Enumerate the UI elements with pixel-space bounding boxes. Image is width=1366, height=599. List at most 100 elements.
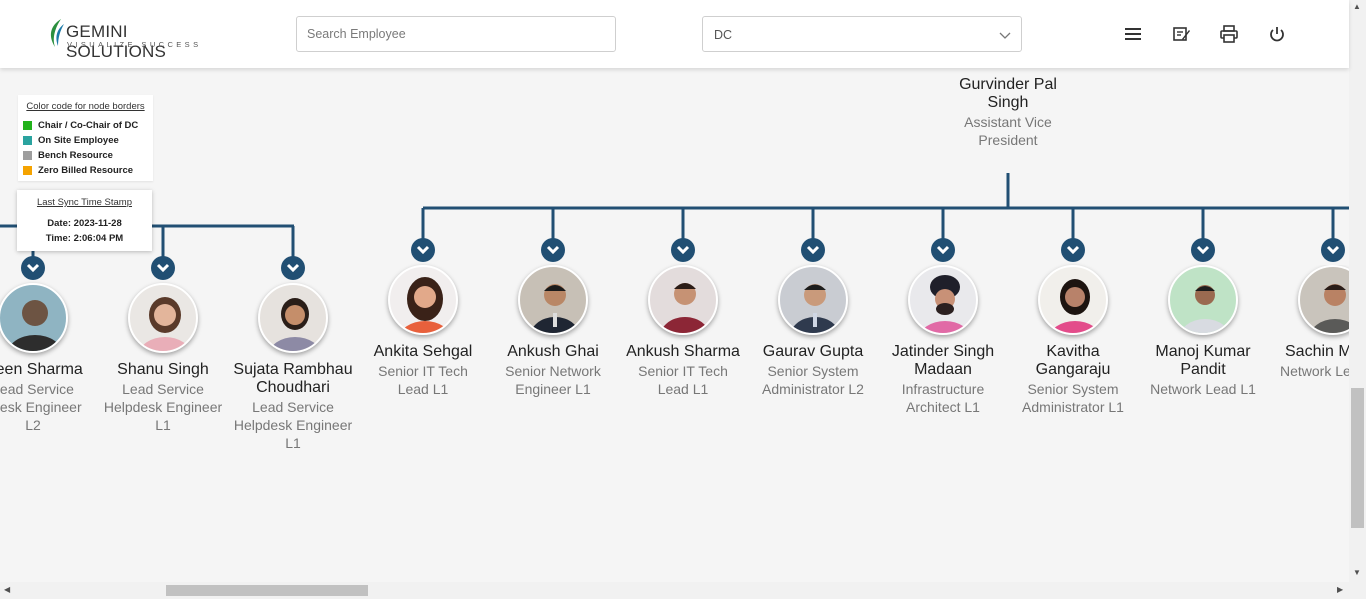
- employee-node[interactable]: Shanu Singh Lead Service Helpdesk Enginee…: [98, 283, 228, 434]
- employee-node[interactable]: Gaurav Gupta Senior System Administrator …: [748, 265, 878, 398]
- expand-button[interactable]: [1191, 238, 1215, 262]
- employee-name: Jatinder Singh Madaan: [891, 343, 995, 378]
- chevron-down-icon: [546, 245, 560, 255]
- person-icon: [789, 284, 841, 333]
- chevron-down-icon: [999, 32, 1011, 39]
- person-icon: [920, 275, 970, 333]
- employee-node[interactable]: Jatinder Singh Madaan Infrastructure Archi…: [878, 265, 1008, 416]
- chevron-down-icon: [936, 245, 950, 255]
- vertical-scrollbar[interactable]: ▲ ▼: [1349, 0, 1366, 599]
- person-icon: [1180, 285, 1230, 333]
- employee-photo[interactable]: [908, 265, 978, 335]
- employee-photo[interactable]: [258, 283, 328, 353]
- legend-panel: Color code for node borders Chair / Co-C…: [18, 95, 153, 181]
- expand-button[interactable]: [1321, 238, 1345, 262]
- employee-photo[interactable]: [648, 265, 718, 335]
- employee-photo[interactable]: [0, 283, 68, 353]
- employee-photo[interactable]: [1168, 265, 1238, 335]
- teal-swatch: [23, 136, 32, 145]
- employee-node[interactable]: Ankita Sehgal Senior IT Tech Lead L1: [358, 265, 488, 398]
- expand-button[interactable]: [541, 238, 565, 262]
- person-icon: [400, 277, 450, 333]
- employee-name: Kavitha Gangaraju: [1035, 343, 1111, 378]
- employee-name: Ankush Ghai: [507, 343, 599, 360]
- edit-note-icon[interactable]: [1171, 24, 1191, 44]
- scroll-right-arrow[interactable]: ▶: [1337, 585, 1343, 594]
- employee-node[interactable]: Manoj Kumar Pandit Network Lead L1: [1138, 265, 1268, 398]
- employee-photo[interactable]: [518, 265, 588, 335]
- legend-item-chair: Chair / Co-Chair of DC: [23, 118, 148, 133]
- search-employee-input[interactable]: [296, 16, 616, 52]
- person-icon: [659, 283, 711, 333]
- legend-item-zero-billed: Zero Billed Resource: [23, 163, 148, 178]
- employee-name: Shanu Singh: [117, 361, 209, 378]
- gray-swatch: [23, 151, 32, 160]
- expand-button[interactable]: [671, 238, 695, 262]
- sync-timestamp-panel: Last Sync Time Stamp Date: 2023-11-28 Ti…: [17, 190, 152, 251]
- employee-title: Lead Service Helpdesk Engineer L1: [103, 381, 223, 433]
- vertical-scroll-thumb[interactable]: [1351, 388, 1364, 528]
- power-icon[interactable]: [1267, 24, 1287, 44]
- expand-button[interactable]: [151, 256, 175, 280]
- employee-node[interactable]: Ankush Sharma Senior IT Tech Lead L1: [618, 265, 748, 398]
- manager-title: Assistant Vice President: [964, 114, 1052, 148]
- department-select-value: DC: [714, 28, 733, 42]
- employee-photo[interactable]: [1038, 265, 1108, 335]
- chevron-down-icon: [1066, 245, 1080, 255]
- scroll-left-arrow[interactable]: ◀: [4, 585, 10, 594]
- employee-title: Senior System Administrator L1: [1022, 381, 1124, 415]
- logo-tagline: VISUALIZE SUCCESS: [67, 40, 202, 49]
- leaf-logo-icon: [50, 19, 64, 47]
- expand-button[interactable]: [1061, 238, 1085, 262]
- employee-node[interactable]: Kavitha Gangaraju Senior System Administra…: [1008, 265, 1138, 416]
- expand-button[interactable]: [801, 238, 825, 262]
- employee-name: Gaurav Gupta: [762, 343, 864, 360]
- person-icon: [269, 298, 321, 351]
- chevron-down-icon: [1196, 245, 1210, 255]
- expand-button[interactable]: [21, 256, 45, 280]
- person-icon: [7, 300, 63, 351]
- person-icon: [529, 284, 581, 333]
- scroll-up-arrow[interactable]: ▲: [1353, 2, 1361, 11]
- chevron-down-icon: [156, 263, 170, 273]
- employee-photo[interactable]: [388, 265, 458, 335]
- employee-name: Manoj Kumar Pandit: [1155, 343, 1251, 378]
- department-select[interactable]: DC: [702, 16, 1022, 52]
- menu-icon[interactable]: [1123, 24, 1143, 44]
- employee-name: Sujata Rambhau Choudhari: [233, 361, 353, 396]
- expand-button[interactable]: [411, 238, 435, 262]
- print-icon[interactable]: [1219, 24, 1239, 44]
- company-logo[interactable]: GEMINI SOLUTIONS VISUALIZE SUCCESS: [47, 18, 217, 61]
- employee-node[interactable]: aleen Sharma Lead Servicepdesk EngineerL…: [0, 283, 98, 434]
- sync-date: Date: 2023-11-28: [47, 218, 122, 229]
- employee-photo[interactable]: [128, 283, 198, 353]
- employee-node[interactable]: Ankush Ghai Senior Network Engineer L1: [488, 265, 618, 398]
- person-icon: [1310, 284, 1349, 333]
- legend-item-bench: Bench Resource: [23, 148, 148, 163]
- employee-name: Sachin M: [1285, 343, 1349, 360]
- employee-name: Ankush Sharma: [626, 343, 740, 360]
- expand-button[interactable]: [931, 238, 955, 262]
- manager-name: Gurvinder Pal Singh: [959, 76, 1057, 111]
- employee-photo[interactable]: [778, 265, 848, 335]
- chevron-down-icon: [806, 245, 820, 255]
- employee-title: Network Lead L1: [1150, 381, 1256, 397]
- expand-button[interactable]: [281, 256, 305, 280]
- top-header: GEMINI SOLUTIONS VISUALIZE SUCCESS DC: [0, 0, 1349, 68]
- employee-title: Lead Service Helpdesk Engineer L1: [233, 399, 353, 451]
- employee-title: Lead Servicepdesk EngineerL2: [0, 381, 82, 433]
- legend-item-onsite: On Site Employee: [23, 133, 148, 148]
- person-icon: [139, 297, 191, 351]
- orange-swatch: [23, 166, 32, 175]
- employee-photo[interactable]: [1298, 265, 1349, 335]
- sync-title: Last Sync Time Stamp: [36, 197, 133, 208]
- legend-title: Color code for node borders: [26, 101, 145, 112]
- employee-title: Infrastructure Architect L1: [901, 381, 985, 415]
- employee-title: Senior Network Engineer L1: [505, 363, 601, 397]
- employee-node[interactable]: Sujata Rambhau Choudhari Lead Service Help…: [228, 283, 358, 452]
- employee-node[interactable]: Sachin M Network Le: [1268, 265, 1349, 380]
- horizontal-scrollbar[interactable]: ◀ ▶: [0, 582, 1349, 599]
- scroll-down-arrow[interactable]: ▼: [1353, 568, 1361, 577]
- employee-title: Senior System Administrator L2: [762, 363, 864, 397]
- horizontal-scroll-thumb[interactable]: [166, 585, 368, 596]
